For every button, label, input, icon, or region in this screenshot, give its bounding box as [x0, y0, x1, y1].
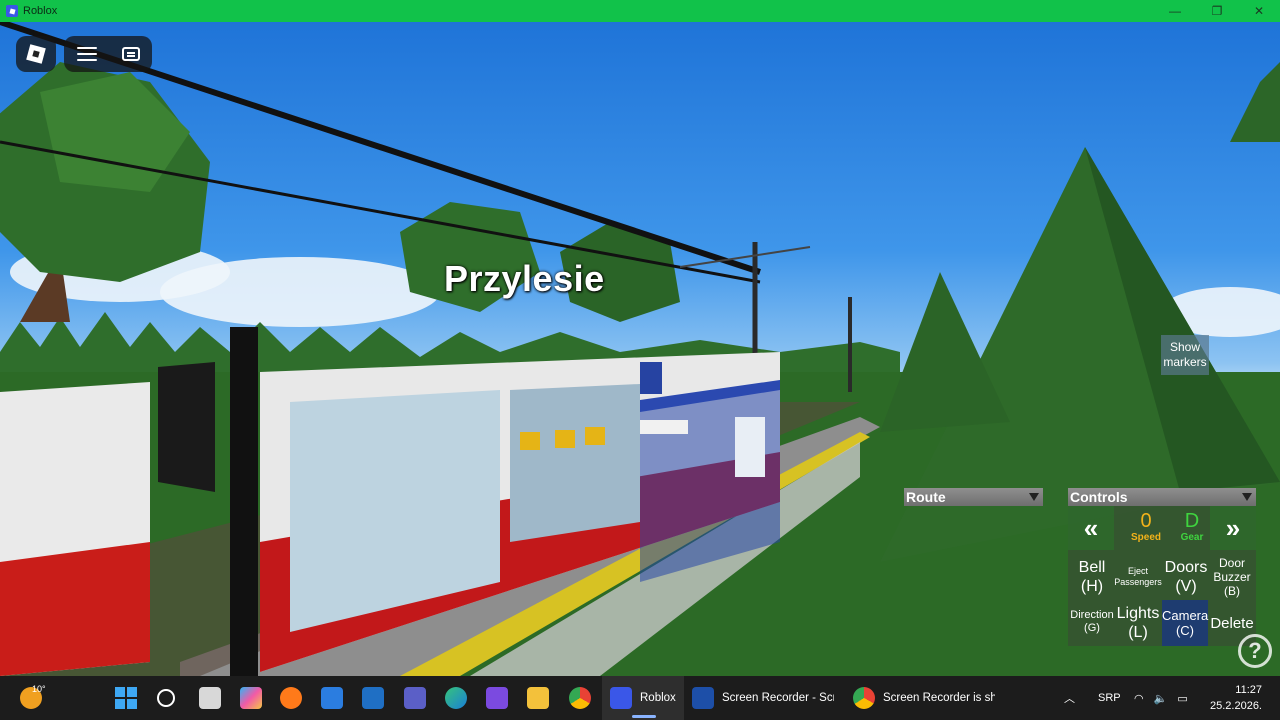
taskbar-app-label: Screen Recorder - Scr — [722, 692, 834, 704]
bell-key: (H) — [1080, 578, 1104, 595]
speed-label: Speed — [1130, 532, 1161, 543]
door-buzzer-label: Door Buzzer — [1213, 556, 1251, 584]
camera-label: Camera — [1162, 608, 1209, 623]
close-button[interactable]: ✕ — [1238, 0, 1280, 22]
door-buzzer-button[interactable]: Door Buzzer (B) — [1208, 552, 1256, 598]
hamburger-menu-icon[interactable] — [76, 47, 97, 61]
battery-icon: ▭ — [1177, 692, 1188, 705]
eject-label: Eject Passengers — [1114, 566, 1162, 587]
copilot-button[interactable] — [240, 676, 262, 720]
powershell-button[interactable] — [362, 676, 384, 720]
clipchamp-button[interactable] — [486, 676, 508, 720]
teams-icon — [404, 687, 426, 709]
station-name-label: Przylesie — [444, 258, 605, 299]
copilot-icon — [240, 687, 262, 709]
next-button[interactable]: » — [1210, 506, 1256, 550]
lights-label: Lights — [1116, 605, 1160, 622]
doors-label: Doors — [1164, 559, 1208, 576]
doors-key: (V) — [1175, 578, 1197, 595]
chrome-icon — [853, 687, 875, 709]
store-button[interactable] — [321, 676, 343, 720]
window-titlebar: Roblox — ❐ ✕ — [0, 0, 1280, 22]
weather-temp: 10° — [32, 684, 46, 694]
teams-button[interactable] — [404, 676, 426, 720]
taskbar-app-screen-recorder[interactable]: Screen Recorder - Scr — [692, 676, 840, 720]
language-indicator[interactable]: SRP — [1098, 676, 1121, 720]
system-tray[interactable]: ◠ 🔈 ▭ — [1134, 676, 1188, 720]
gear-value: D — [1184, 510, 1200, 532]
roblox-app-icon — [6, 5, 18, 17]
window-title: Roblox — [23, 5, 58, 17]
camera-button[interactable]: Camera (C) — [1162, 600, 1208, 646]
speed-gauge: 0 Speed — [1122, 510, 1170, 543]
lights-key: (L) — [1128, 624, 1148, 641]
roblox-menu-button[interactable] — [16, 36, 56, 72]
gear-gauge: D Gear — [1168, 510, 1216, 543]
taskbar-app-label: Screen Recorder is sha — [883, 692, 995, 704]
weather-widget[interactable]: 10° — [20, 676, 46, 720]
minimize-button[interactable]: — — [1154, 0, 1196, 22]
door-buzzer-key: (B) — [1224, 584, 1240, 598]
help-button[interactable]: ? — [1238, 634, 1272, 668]
clock-date: 25.2.2026. — [1210, 700, 1262, 712]
clock-time: 11:27 — [1235, 684, 1262, 696]
roblox-icon — [610, 687, 632, 709]
controls-panel: « 0 Speed D Gear » Bell (H) Eject Passen… — [1068, 506, 1256, 646]
controls-dropdown[interactable]: Controls — [1068, 488, 1256, 506]
task-view-button[interactable] — [199, 676, 221, 720]
chrome-icon — [569, 687, 591, 709]
search-button[interactable] — [157, 676, 175, 720]
chat-icon[interactable] — [121, 47, 140, 61]
file-explorer-button[interactable] — [527, 676, 549, 720]
direction-label: Direction — [1070, 609, 1114, 621]
lights-button[interactable]: Lights (L) — [1114, 600, 1162, 646]
controls-label: Controls — [1070, 489, 1128, 505]
search-icon — [157, 689, 175, 707]
firefox-icon — [280, 687, 302, 709]
store-icon — [321, 687, 343, 709]
route-dropdown[interactable]: Route — [904, 488, 1043, 506]
restore-button[interactable]: ❐ — [1196, 0, 1238, 22]
prev-button[interactable]: « — [1068, 506, 1114, 550]
edge-button[interactable] — [445, 676, 467, 720]
speed-value: 0 — [1140, 510, 1152, 532]
task-view-icon — [199, 687, 221, 709]
bell-button[interactable]: Bell (H) — [1068, 552, 1116, 598]
start-button[interactable] — [115, 676, 137, 720]
firefox-button[interactable] — [280, 676, 302, 720]
game-viewport[interactable]: Przylesie Show markers Route Controls « … — [0, 22, 1280, 676]
volume-icon: 🔈 — [1153, 692, 1168, 705]
doors-button[interactable]: Doors (V) — [1162, 552, 1210, 598]
taskbar-app-chrome[interactable]: Screen Recorder is sha — [853, 676, 998, 720]
active-indicator — [632, 715, 656, 718]
taskbar-app-label: Roblox — [640, 692, 676, 704]
delete-label: Delete — [1210, 615, 1254, 632]
screen-recorder-icon — [692, 687, 714, 709]
direction-button[interactable]: Direction (G) — [1068, 600, 1116, 646]
windows-taskbar: 10° Roblox Screen Recorder - Scr Screen … — [0, 676, 1280, 720]
eject-passengers-button[interactable]: Eject Passengers — [1114, 552, 1162, 598]
edge-icon — [445, 687, 467, 709]
tray-overflow-button[interactable]: ︿ — [1064, 676, 1075, 720]
clipchamp-icon — [486, 687, 508, 709]
show-markers-button[interactable]: Show markers — [1161, 335, 1209, 375]
terminal-icon — [362, 687, 384, 709]
wifi-icon: ◠ — [1134, 692, 1144, 705]
clock[interactable]: 11:27 25.2.2026. — [1210, 682, 1262, 714]
gear-label: Gear — [1180, 532, 1204, 543]
folder-icon — [527, 687, 549, 709]
camera-key: (C) — [1175, 623, 1195, 638]
windows-start-icon — [115, 687, 137, 709]
bell-label: Bell — [1078, 559, 1106, 576]
direction-key: (G) — [1084, 622, 1100, 634]
roblox-logo-icon — [26, 44, 46, 64]
taskbar-app-roblox[interactable]: Roblox — [602, 676, 684, 720]
chevron-up-icon: ︿ — [1064, 693, 1075, 705]
controls-dropdown-arrow-icon — [1242, 493, 1252, 501]
route-dropdown-arrow-icon — [1029, 493, 1039, 501]
route-label: Route — [906, 489, 946, 505]
chrome-button[interactable] — [569, 676, 591, 720]
roblox-toolbar — [64, 36, 152, 72]
